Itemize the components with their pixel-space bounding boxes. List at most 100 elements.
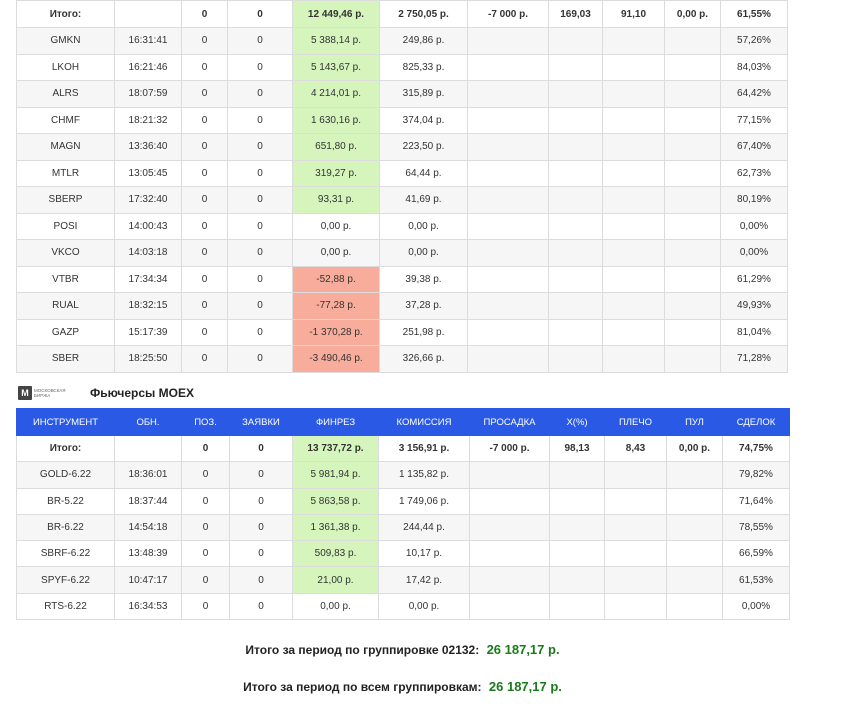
futures-section-header: М Московская биржа Фьючерсы MOEX (18, 384, 194, 402)
cell-leverage (602, 186, 665, 214)
cell-commission: 2 750,05 р. (379, 0, 468, 28)
table-row[interactable]: RTS-6.22 16:34:53 0 0 0,00 р. 0,00 р. 0,00% (16, 592, 790, 621)
cell-instrument: GOLD-6.22 (16, 461, 115, 489)
column-header-drawdown[interactable]: ПРОСАДКА (469, 408, 550, 436)
cell-deals: 66,59% (722, 540, 790, 568)
cell-finres: 0,00 р. (292, 239, 380, 267)
cell-orders: 0 (229, 540, 293, 568)
cell-commission: 326,66 р. (379, 345, 468, 373)
cell-position: 0 (181, 239, 228, 267)
cell-orders: 0 (227, 265, 293, 293)
table-row[interactable]: VTBR 17:34:34 0 0 -52,88 р. 39,38 р. 61,29% (16, 265, 788, 293)
cell-drawdown: -7 000 р. (469, 434, 550, 463)
cell-drawdown (469, 461, 550, 489)
column-header-x-percent[interactable]: X(%) (549, 408, 605, 436)
table-row[interactable]: GOLD-6.22 18:36:01 0 0 5 981,94 р. 1 135,82 р… (16, 461, 790, 489)
cell-leverage (602, 239, 665, 267)
cell-commission: 39,38 р. (379, 265, 468, 293)
cell-x-percent (549, 592, 605, 621)
cell-drawdown (467, 133, 549, 161)
column-header-position[interactable]: ПОЗ. (181, 408, 230, 436)
cell-commission: 0,00 р. (379, 212, 468, 240)
cell-finres: -1 370,28 р. (292, 318, 380, 346)
cell-instrument: SPYF-6.22 (16, 566, 115, 594)
cell-finres: 12 449,46 р. (292, 0, 380, 28)
column-header-orders[interactable]: ЗАЯВКИ (229, 408, 293, 436)
cell-leverage (602, 133, 665, 161)
moex-logo-text: Московская биржа (34, 388, 66, 398)
cell-finres: 4 214,01 р. (292, 80, 380, 108)
cell-commission: 249,86 р. (379, 27, 468, 55)
cell-pul (664, 292, 721, 320)
cell-deals: 77,15% (720, 106, 788, 134)
cell-updated (114, 0, 182, 28)
cell-leverage (602, 159, 665, 187)
cell-instrument: MAGN (16, 133, 115, 161)
column-header-pul[interactable]: ПУЛ (666, 408, 723, 436)
table-row[interactable]: POSI 14:00:43 0 0 0,00 р. 0,00 р. 0,00% (16, 212, 788, 240)
moex-logo-icon: М (18, 386, 32, 400)
table-row[interactable]: VKCO 14:03:18 0 0 0,00 р. 0,00 р. 0,00% (16, 239, 788, 267)
cell-drawdown (469, 513, 550, 542)
cell-updated: 17:34:34 (114, 265, 182, 293)
cell-x-percent (548, 159, 603, 187)
table-row[interactable]: SPYF-6.22 10:47:17 0 0 21,00 р. 17,42 р. 61,53… (16, 566, 790, 594)
table-row[interactable]: MTLR 13:05:45 0 0 319,27 р. 64,44 р. 62,73% (16, 159, 788, 187)
cell-orders: 0 (227, 133, 293, 161)
cell-drawdown (469, 592, 550, 621)
column-header-instrument[interactable]: ИНСТРУМЕНТ (16, 408, 115, 436)
cell-finres: 5 863,58 р. (292, 487, 379, 515)
table-row[interactable]: LKOH 16:21:46 0 0 5 143,67 р. 825,33 р. 84,03% (16, 53, 788, 81)
cell-deals: 84,03% (720, 53, 788, 81)
table-row[interactable]: GMKN 16:31:41 0 0 5 388,14 р. 249,86 р. 57,26% (16, 27, 788, 55)
table-row[interactable]: RUAL 18:32:15 0 0 -77,28 р. 37,28 р. 49,93% (16, 292, 788, 320)
cell-finres: 5 388,14 р. (292, 27, 380, 55)
cell-drawdown (467, 318, 549, 346)
cell-instrument: Итого: (16, 0, 115, 28)
stocks-table-body: Итого: 0 0 12 449,46 р. 2 750,05 р. -7 000 р.… (16, 0, 788, 373)
table-row[interactable]: BR-6.22 14:54:18 0 0 1 361,38 р. 244,44 р. 78,… (16, 513, 790, 542)
cell-orders: 0 (227, 318, 293, 346)
cell-instrument: RTS-6.22 (16, 592, 115, 621)
cell-pul (666, 566, 723, 594)
column-header-deals[interactable]: СДЕЛОК (722, 408, 790, 436)
table-row[interactable]: BR-5.22 18:37:44 0 0 5 863,58 р. 1 749,06 р. 7… (16, 487, 790, 515)
table-row[interactable]: SBRF-6.22 13:48:39 0 0 509,83 р. 10,17 р. 66,5… (16, 540, 790, 568)
table-row[interactable]: CHMF 18:21:32 0 0 1 630,16 р. 374,04 р. 77,15% (16, 106, 788, 134)
cell-finres: 93,31 р. (292, 186, 380, 214)
cell-drawdown (467, 239, 549, 267)
cell-x-percent (548, 265, 603, 293)
table-row[interactable]: SBERP 17:32:40 0 0 93,31 р. 41,69 р. 80,19% (16, 186, 788, 214)
cell-instrument: VTBR (16, 265, 115, 293)
cell-x-percent (548, 106, 603, 134)
table-row[interactable]: MAGN 13:36:40 0 0 651,80 р. 223,50 р. 67,40% (16, 133, 788, 161)
futures-table-body: Итого: 0 0 13 737,72 р. 3 156,91 р. -7 000 р.… (16, 434, 790, 621)
table-row[interactable]: ALRS 18:07:59 0 0 4 214,01 р. 315,89 р. 64,42% (16, 80, 788, 108)
cell-commission: 223,50 р. (379, 133, 468, 161)
cell-orders: 0 (229, 592, 293, 621)
cell-leverage (602, 106, 665, 134)
cell-pul (664, 318, 721, 346)
total-row[interactable]: Итого: 0 0 12 449,46 р. 2 750,05 р. -7 000 р.… (16, 0, 788, 28)
table-row[interactable]: GAZP 15:17:39 0 0 -1 370,28 р. 251,98 р. 81,04… (16, 318, 788, 346)
cell-commission: 0,00 р. (378, 592, 470, 621)
cell-updated: 13:36:40 (114, 133, 182, 161)
cell-leverage (604, 540, 667, 568)
cell-updated: 18:32:15 (114, 292, 182, 320)
cell-commission: 37,28 р. (379, 292, 468, 320)
column-header-updated[interactable]: ОБН. (114, 408, 182, 436)
cell-orders: 0 (227, 0, 293, 28)
total-row[interactable]: Итого: 0 0 13 737,72 р. 3 156,91 р. -7 000 р.… (16, 434, 790, 463)
cell-updated: 10:47:17 (114, 566, 182, 594)
moex-logo: М Московская биржа (18, 384, 76, 402)
column-header-leverage[interactable]: ПЛЕЧО (604, 408, 667, 436)
cell-orders: 0 (229, 487, 293, 515)
cell-drawdown (467, 159, 549, 187)
table-row[interactable]: SBER 18:25:50 0 0 -3 490,46 р. 326,66 р. 71,28… (16, 345, 788, 373)
cell-leverage (604, 513, 667, 542)
column-header-commission[interactable]: КОМИССИЯ (378, 408, 470, 436)
column-header-finres[interactable]: ФИНРЕЗ (292, 408, 379, 436)
cell-finres: 5 981,94 р. (292, 461, 379, 489)
cell-commission: 10,17 р. (378, 540, 470, 568)
cell-x-percent (549, 461, 605, 489)
